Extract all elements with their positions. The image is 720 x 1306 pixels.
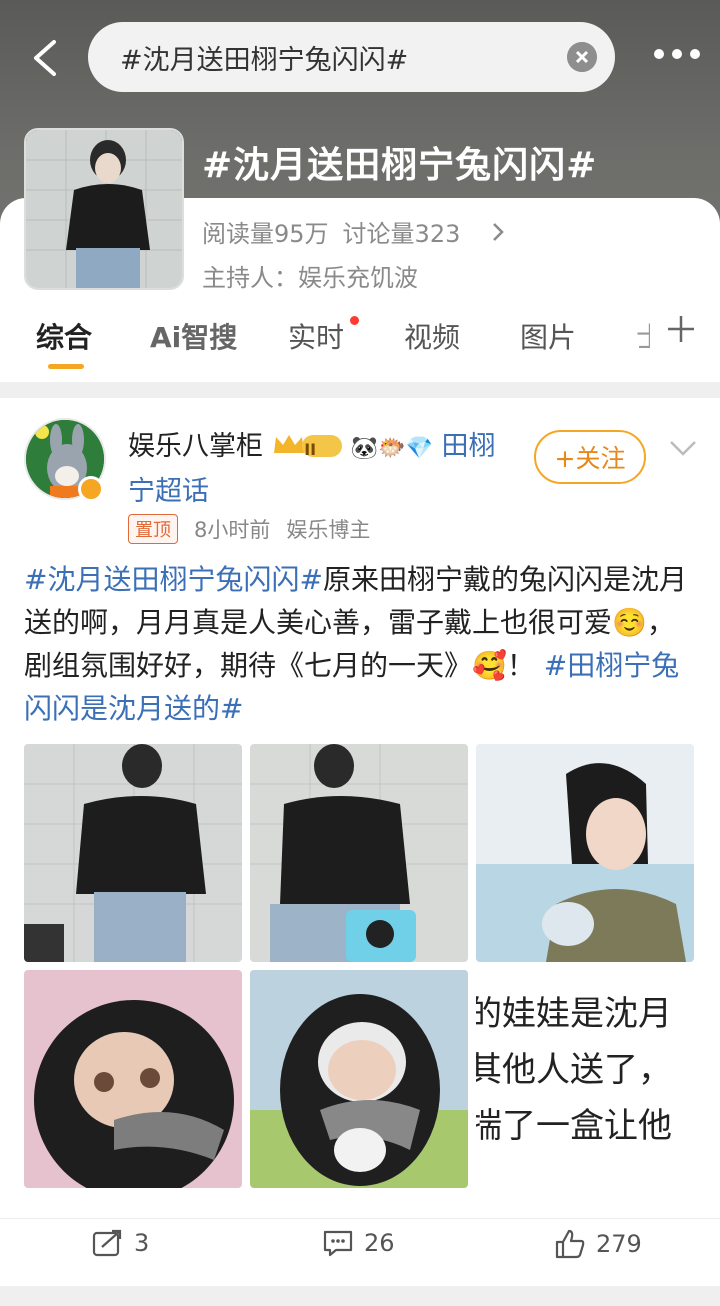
read-count: 阅读量95万	[202, 220, 329, 248]
tab-realtime[interactable]: 实时	[288, 316, 344, 356]
topic-title: #沈月送田栩宁兔闪闪#	[202, 145, 598, 186]
post-image-2[interactable]	[250, 744, 468, 962]
image-grid: 的娃娃是沈月 其他人送了， 揣了一盒让他	[24, 744, 696, 1188]
thumbs-up-icon	[555, 1229, 585, 1259]
comment-button[interactable]: 26	[322, 1229, 395, 1257]
discussion-count: 讨论量323	[342, 220, 461, 248]
follow-button[interactable]: +关注	[534, 430, 646, 484]
verified-badge-icon	[78, 476, 104, 502]
like-button[interactable]: 279	[554, 1229, 642, 1259]
post-time: 8小时前	[194, 518, 271, 542]
back-arrow-icon[interactable]	[28, 38, 64, 78]
author-name[interactable]: 娱乐八掌柜	[128, 431, 263, 462]
new-dot	[350, 316, 359, 325]
repost-count: 3	[134, 1229, 150, 1257]
pinned-badge: 置顶	[128, 514, 178, 544]
topic-stats[interactable]: 阅读量95万 讨论量323	[202, 214, 508, 249]
tab-images[interactable]: 图片	[520, 316, 576, 356]
chevron-down-icon[interactable]	[668, 436, 698, 460]
image-text-line: 揣了一盒让他	[476, 1106, 672, 1146]
post-meta: 置顶 8小时前 娱乐博主	[128, 514, 386, 544]
topic-cover-image[interactable]	[24, 128, 184, 290]
tab-general[interactable]: 综合	[36, 316, 92, 356]
post-image-5[interactable]	[250, 970, 468, 1188]
image-text-line: 其他人送了，	[476, 1050, 672, 1090]
emoji-badges: 🐼🐡💎	[350, 436, 433, 461]
tab-more[interactable]: 士	[636, 316, 650, 356]
post-body: #沈月送田栩宁兔闪闪#原来田栩宁戴的兔闪闪是沈月送的啊，月月真是人美心善，雷子戴…	[24, 558, 696, 730]
author-role: 娱乐博主	[286, 518, 371, 542]
crown-level: II	[304, 440, 317, 459]
comment-count: 26	[364, 1229, 395, 1257]
repost-icon	[92, 1229, 122, 1257]
tab-video[interactable]: 视频	[404, 316, 460, 356]
topic-host[interactable]: 主持人：娱乐充饥波	[202, 258, 418, 293]
post-image-1[interactable]	[24, 744, 242, 962]
search-query: #沈月送田栩宁兔闪闪#	[120, 44, 409, 76]
post-image-3[interactable]	[476, 744, 694, 962]
plus-icon[interactable]	[666, 314, 696, 344]
more-icon[interactable]	[654, 46, 700, 62]
comment-icon	[323, 1230, 353, 1257]
hashtag-link[interactable]: #沈月送田栩宁兔闪闪#	[24, 563, 323, 596]
tab-bar: 综合 Ai智搜 实时 视频 图片 士	[0, 300, 720, 376]
action-bar: 3 26 279	[0, 1218, 720, 1280]
search-input[interactable]: #沈月送田栩宁兔闪闪#	[88, 22, 615, 92]
author-line[interactable]: 娱乐八掌柜 II 🐼🐡💎 田栩宁超话	[128, 426, 508, 513]
post-card: 娱乐八掌柜 II 🐼🐡💎 田栩宁超话 +关注 置顶 8小时前 娱乐博主 #沈月送…	[0, 398, 720, 1286]
tab-ai-search[interactable]: Ai智搜	[150, 316, 237, 356]
post-image-4[interactable]	[24, 970, 242, 1188]
chevron-right-icon	[493, 222, 505, 241]
clear-icon[interactable]	[567, 42, 597, 72]
like-count: 279	[596, 1230, 642, 1258]
image-text-line: 的娃娃是沈月	[476, 994, 672, 1034]
repost-button[interactable]: 3	[92, 1229, 149, 1257]
feed-divider	[0, 1286, 720, 1306]
tab-active-indicator	[48, 364, 84, 369]
post-image-6[interactable]: 的娃娃是沈月 其他人送了， 揣了一盒让他	[476, 970, 694, 1188]
